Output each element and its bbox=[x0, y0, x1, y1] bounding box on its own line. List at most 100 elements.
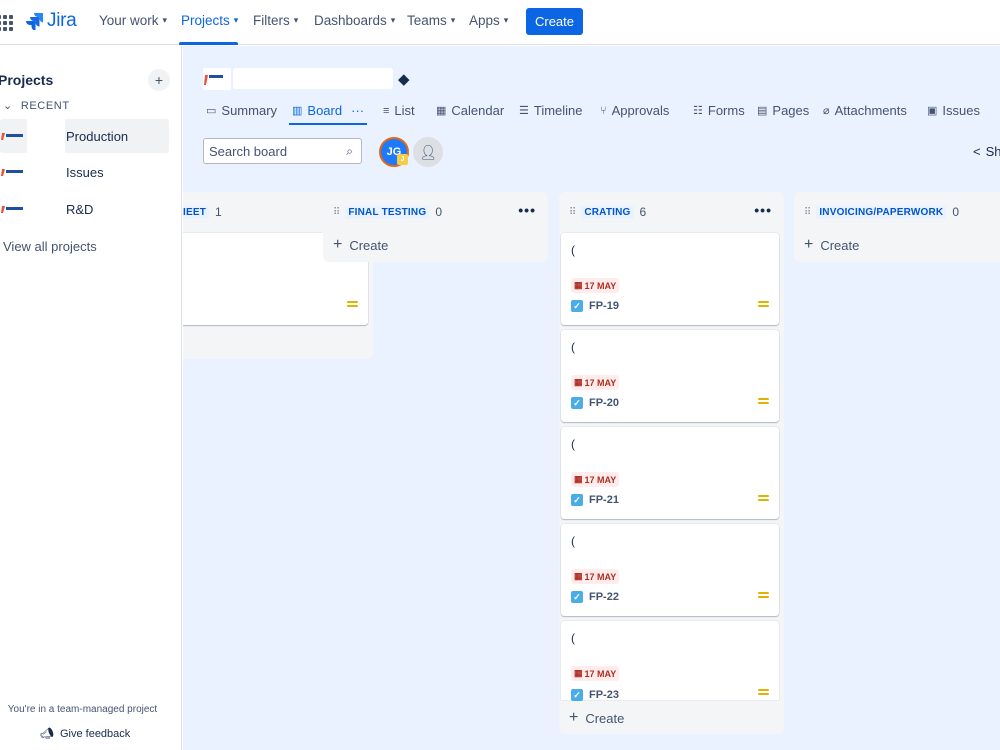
issue-key: ✓ FP-23 bbox=[571, 689, 619, 701]
issue-card[interactable]: ( ▦ 17 MAY ✓ FP-22 bbox=[561, 524, 779, 616]
calendar-icon: ▦ bbox=[574, 571, 583, 581]
app-switcher-icon[interactable] bbox=[0, 15, 13, 31]
attachments-icon: ⌀ bbox=[823, 105, 830, 117]
give-feedback-link[interactable]: 📣︎ Give feedback bbox=[40, 727, 130, 741]
tab-board[interactable]: ▥ Board ··· bbox=[292, 103, 364, 118]
drag-handle-icon[interactable]: ⠿ bbox=[333, 207, 340, 218]
tab-forms[interactable]: ☷ Forms bbox=[693, 103, 745, 118]
sidebar-title: Projects bbox=[0, 72, 54, 88]
issue-card[interactable]: ( ▦ 17 MAY ✓ FP-19 bbox=[561, 233, 779, 325]
recent-section-toggle[interactable]: ⌄ RECENT bbox=[3, 99, 70, 113]
jira-logo[interactable]: Jira bbox=[25, 10, 77, 32]
nav-teams[interactable]: Teams ▾ bbox=[407, 13, 455, 28]
search-input[interactable] bbox=[204, 139, 334, 163]
task-checkbox-icon: ✓ bbox=[571, 689, 583, 701]
board-column: ⠿ CRATING 6 ••• ( ▦ 17 MAY ✓ FP-19 ( ▦ 17 M… bbox=[559, 192, 784, 734]
more-options-icon[interactable]: ··· bbox=[351, 103, 364, 118]
megaphone-icon: 📣︎ bbox=[40, 728, 54, 740]
project-name: R&D bbox=[66, 201, 94, 217]
tab-summary[interactable]: ▭ Summary bbox=[206, 103, 277, 118]
due-date-badge: ▦ 17 MAY bbox=[571, 472, 620, 487]
view-all-projects-link[interactable]: View all projects bbox=[3, 239, 97, 254]
active-nav-indicator bbox=[179, 42, 238, 45]
nav-your-work[interactable]: Your work ▾ bbox=[99, 13, 167, 28]
card-title: ( bbox=[571, 243, 575, 257]
summary-icon: ▭ bbox=[206, 105, 217, 117]
sidebar-item-rnd[interactable]: R&D bbox=[0, 192, 169, 226]
tab-label: Forms bbox=[707, 103, 745, 118]
create-issue-button[interactable]: + Create bbox=[804, 236, 859, 254]
paint-bucket-icon[interactable]: ◆ bbox=[398, 70, 410, 88]
nav-label: Your work bbox=[99, 13, 159, 28]
nav-filters[interactable]: Filters ▾ bbox=[253, 13, 298, 28]
issue-card[interactable]: ( ▦ 17 MAY ✓ FP-20 bbox=[561, 330, 779, 422]
project-title-field[interactable] bbox=[233, 68, 393, 89]
issue-key-label: FP-21 bbox=[589, 494, 619, 506]
sidebar-item-production[interactable]: Production bbox=[0, 119, 169, 153]
chevron-down-icon: ▾ bbox=[450, 15, 456, 25]
due-date: 17 MAY bbox=[584, 474, 617, 485]
calendar-icon: ▦ bbox=[436, 105, 447, 117]
plus-icon: + bbox=[569, 709, 579, 726]
nav-projects[interactable]: Projects ▾ bbox=[181, 13, 238, 28]
tab-list[interactable]: ≡ List bbox=[383, 103, 415, 118]
card-title: ( bbox=[571, 340, 575, 354]
create-issue-button[interactable]: + Create bbox=[333, 236, 388, 254]
issue-card[interactable]: ( ▦ 17 MAY ✓ FP-23 bbox=[561, 621, 779, 701]
due-date-badge: ▦ 17 MAY bbox=[571, 569, 620, 584]
top-navigation: Jira Your work ▾ Projects ▾ Filters ▾ Dashb… bbox=[0, 0, 1000, 45]
share-button[interactable]: < Sh bbox=[973, 144, 1000, 159]
issue-key: ✓ FP-22 bbox=[571, 591, 619, 603]
add-person-icon: 👤︎ bbox=[419, 143, 437, 160]
chevron-down-icon: ▾ bbox=[390, 15, 396, 25]
calendar-icon: ▦ bbox=[574, 280, 583, 290]
tab-label: List bbox=[394, 103, 415, 118]
share-icon: < bbox=[973, 144, 981, 159]
team-managed-note: You're in a team-managed project bbox=[7, 704, 158, 715]
add-project-button[interactable]: + bbox=[148, 69, 170, 91]
chevron-down-icon: ⌄ bbox=[3, 100, 13, 112]
drag-handle-icon[interactable]: ⠿ bbox=[569, 207, 576, 218]
tab-pages[interactable]: ▤ Pages bbox=[757, 103, 809, 118]
priority-medium-icon bbox=[347, 301, 358, 309]
more-options-icon[interactable]: ••• bbox=[518, 202, 536, 218]
board-column: ⠿ FINAL TESTING 0 ••• + Create bbox=[323, 192, 548, 262]
forza-project-icon bbox=[1, 206, 23, 213]
drag-handle-icon[interactable]: ⠿ bbox=[804, 207, 811, 218]
add-people-button[interactable]: 👤︎ bbox=[413, 137, 443, 167]
tab-label: Attachments bbox=[834, 103, 907, 118]
search-board-field[interactable]: ⌕ bbox=[203, 138, 362, 164]
board-main: ◆ ▭ Summary ▥ Board ··· ≡ List ▦ Calendar ☰ Ti… bbox=[183, 46, 1000, 750]
plus-icon: + bbox=[333, 236, 343, 253]
nav-dashboards[interactable]: Dashboards ▾ bbox=[314, 13, 395, 28]
issue-key-label: FP-23 bbox=[589, 689, 619, 701]
issue-card[interactable]: ( ▦ 17 MAY ✓ FP-21 bbox=[561, 427, 779, 519]
forms-icon: ☷ bbox=[693, 105, 703, 117]
due-date: 17 MAY bbox=[584, 668, 617, 679]
task-checkbox-icon: ✓ bbox=[571, 300, 583, 312]
sidebar-item-issues[interactable]: Issues bbox=[0, 155, 169, 189]
due-date: 17 MAY bbox=[584, 377, 617, 388]
active-tab-indicator bbox=[289, 123, 367, 125]
column-header: ⠿ FINAL TESTING 0 bbox=[333, 205, 442, 219]
due-date-badge: ▦ 17 MAY bbox=[571, 666, 620, 681]
tab-issues[interactable]: ▣ Issues bbox=[927, 103, 980, 118]
tab-timeline[interactable]: ☰ Timeline bbox=[519, 103, 583, 118]
column-name: FINAL TESTING bbox=[345, 205, 430, 219]
tab-attachments[interactable]: ⌀ Attachments bbox=[823, 103, 907, 118]
issue-key-label: FP-22 bbox=[589, 591, 619, 603]
project-logo bbox=[203, 68, 231, 90]
nav-label: Projects bbox=[181, 13, 230, 28]
column-count: 0 bbox=[952, 205, 960, 219]
tab-approvals[interactable]: ⑂ Approvals bbox=[600, 103, 669, 118]
nav-label: Teams bbox=[407, 13, 447, 28]
create-label: Create bbox=[349, 237, 389, 253]
more-options-icon[interactable]: ••• bbox=[754, 202, 772, 218]
approvals-icon: ⑂ bbox=[600, 104, 607, 117]
card-title: ( bbox=[571, 437, 575, 451]
issues-icon: ▣ bbox=[927, 105, 938, 117]
create-issue-button[interactable]: + Create bbox=[569, 709, 624, 727]
create-button[interactable]: Create bbox=[526, 8, 583, 35]
tab-calendar[interactable]: ▦ Calendar bbox=[436, 103, 504, 118]
nav-apps[interactable]: Apps ▾ bbox=[469, 13, 508, 28]
